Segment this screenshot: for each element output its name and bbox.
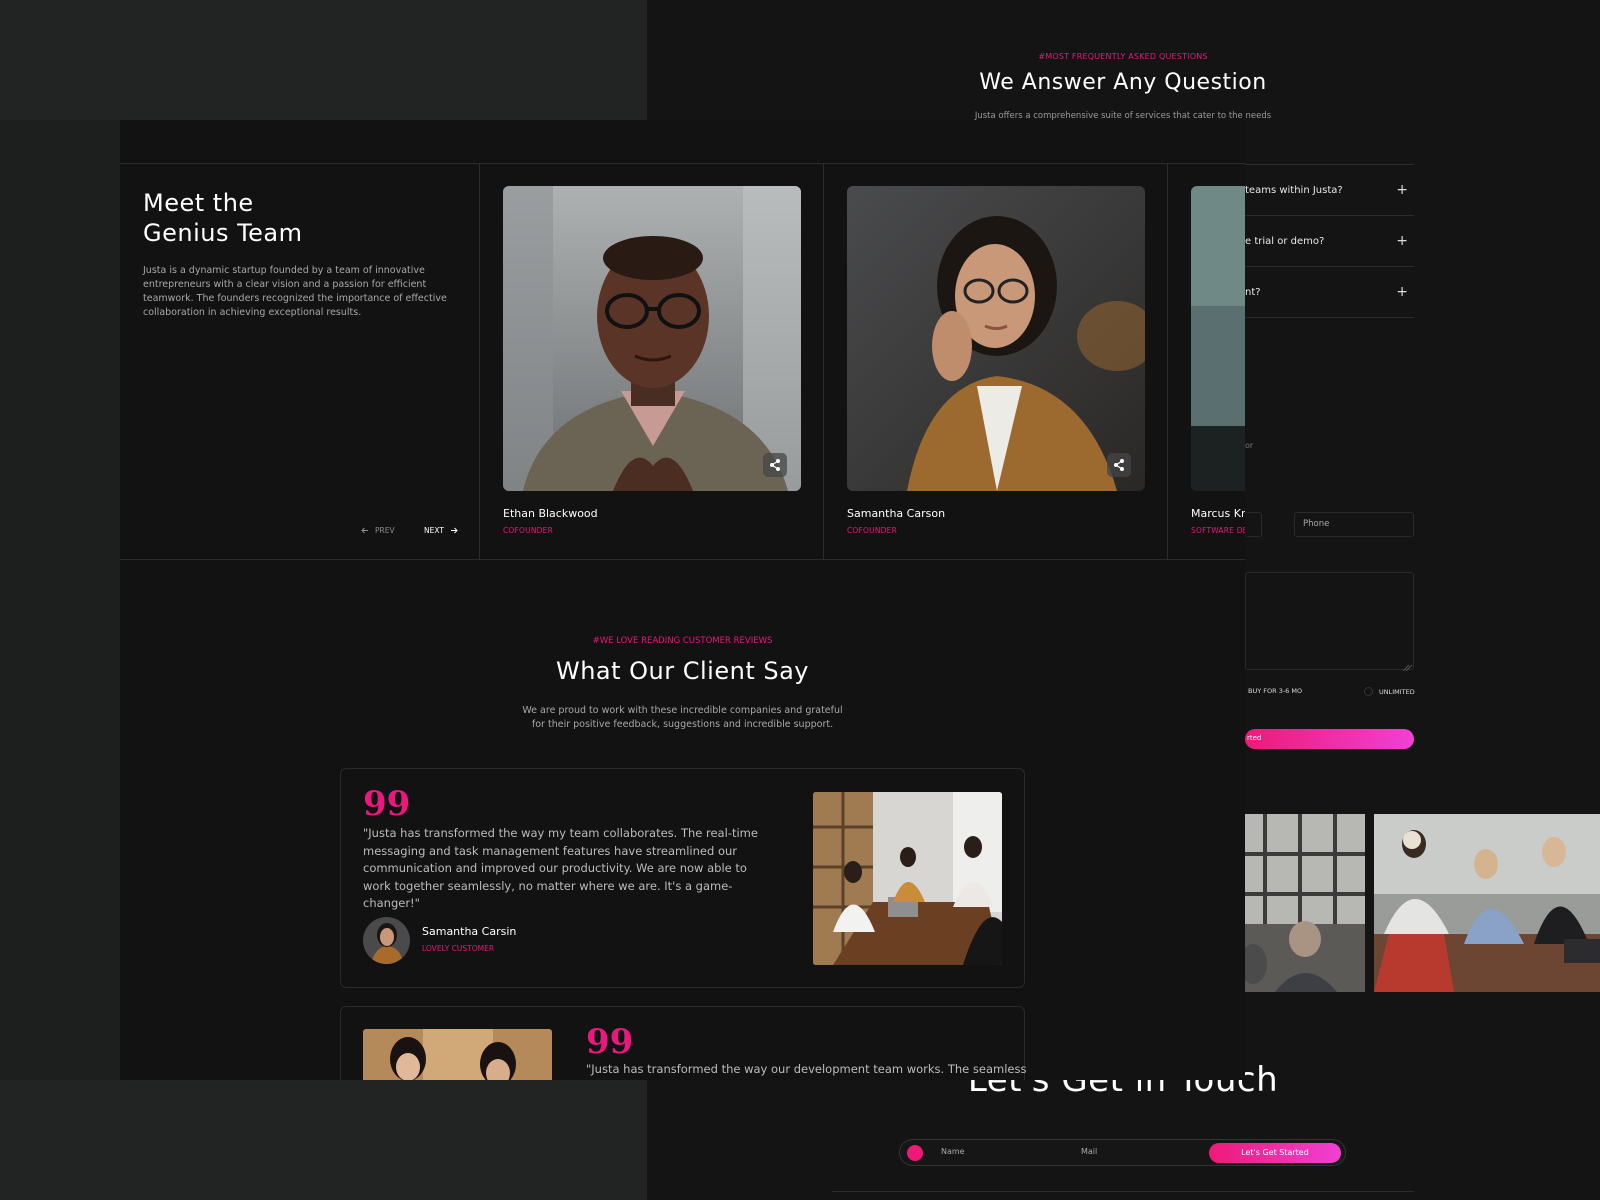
member-name: Samantha Carson: [847, 507, 946, 520]
team-photo-laptop: [1374, 814, 1600, 992]
prev-button[interactable]: PREV: [361, 526, 395, 535]
reviews-title: What Our Client Say: [555, 657, 810, 685]
column-divider: [823, 164, 824, 560]
avatar: [363, 917, 410, 964]
faq-kicker: #MOST FREQUENTLY ASKED QUESTIONS: [1038, 52, 1208, 61]
member-role: COFOUNDER: [847, 526, 897, 535]
faq-item[interactable]: teams within Justa? +: [1245, 165, 1414, 216]
testimonial-photo: [813, 792, 1002, 965]
team-member-card[interactable]: Marcus Kn SOFTWARE DEV: [1191, 186, 1245, 535]
member-portrait-image: [847, 186, 1145, 491]
column-divider: [1167, 164, 1168, 560]
plus-icon[interactable]: +: [1396, 234, 1408, 248]
team-description: Justa is a dynamic startup founded by a …: [143, 265, 447, 318]
faq-question: nt?: [1245, 286, 1261, 298]
team-work-image: [363, 1029, 552, 1080]
author-name: Samantha Carsin: [422, 925, 517, 938]
team-photo-office: [1245, 814, 1365, 992]
quote-icon: 99: [363, 784, 411, 824]
member-role: COFOUNDER: [503, 526, 553, 535]
arrow-right-icon: [450, 527, 458, 534]
member-name: Ethan Blackwood: [503, 507, 598, 520]
faq-item[interactable]: nt? +: [1245, 267, 1414, 318]
member-name: Marcus Kn: [1191, 507, 1245, 520]
team-title-line: Genius Team: [143, 219, 303, 247]
team-member-card[interactable]: Ethan Blackwood COFOUNDER: [503, 186, 801, 535]
faq-item[interactable]: e trial or demo? +: [1245, 216, 1414, 267]
testimonial-quote: "Justa has transformed the way my team c…: [363, 826, 758, 910]
team-member-card[interactable]: Samantha Carson COFOUNDER: [847, 186, 1145, 535]
newsletter-bar: Name Mail Let's Get Started: [899, 1139, 1346, 1166]
member-photo: [1191, 186, 1245, 491]
office-meeting-image: [1245, 814, 1365, 992]
member-role: SOFTWARE DEV: [1191, 526, 1245, 535]
meeting-table-image: [813, 792, 1002, 965]
next-button[interactable]: NEXT: [424, 526, 458, 535]
member-portrait-image: [503, 186, 801, 491]
mail-input[interactable]: Mail: [1081, 1147, 1097, 1156]
quote-icon: 99: [586, 1022, 634, 1062]
name-input[interactable]: Name: [941, 1147, 965, 1156]
faq-question: teams within Justa?: [1245, 184, 1343, 196]
prev-label: PREV: [375, 526, 395, 535]
member-portrait-image: [1191, 186, 1245, 491]
next-label: NEXT: [424, 526, 444, 535]
main-page: Meet the Genius Team Justa is a dynamic …: [120, 120, 1245, 1080]
column-divider: [479, 164, 480, 560]
team-title: Meet the Genius Team: [143, 188, 303, 248]
faq-title: We Answer Any Question: [979, 70, 1267, 95]
plus-icon[interactable]: +: [1396, 183, 1408, 197]
resize-handle-icon: [1402, 664, 1413, 672]
message-textarea[interactable]: [1245, 572, 1414, 672]
radio-option[interactable]: BUY FOR 3-6 MO: [1248, 687, 1302, 695]
team-laptop-image: [1374, 814, 1600, 992]
team-title-line: Meet the: [143, 189, 254, 217]
avatar-image: [363, 917, 410, 964]
testimonial-card: 99 "Justa has transformed the way my tea…: [340, 768, 1025, 988]
share-icon: [770, 459, 780, 471]
get-started-button[interactable]: Let's Get Started: [1209, 1143, 1341, 1163]
arrow-left-icon: [361, 527, 368, 534]
author-role: LOVELY CUSTOMER: [422, 944, 495, 953]
share-button[interactable]: [763, 453, 787, 477]
testimonial-card: 99 "Justa has transformed the way our de…: [340, 1006, 1027, 1080]
member-photo: [847, 186, 1145, 491]
phone-field[interactable]: Phone: [1294, 512, 1414, 537]
testimonial-quote: "Justa has transformed the way our devel…: [586, 1062, 1027, 1076]
radio-label: BUY FOR 3-6 MO: [1248, 687, 1303, 695]
reviews-description: We are proud to work with these incredib…: [522, 705, 843, 730]
form-text-fragment: or: [1245, 441, 1254, 450]
submit-button[interactable]: rted: [1245, 729, 1414, 749]
reviews-kicker: #WE LOVE READING CUSTOMER REVIEWS: [592, 636, 773, 646]
footer-divider: [832, 1191, 1414, 1192]
radio-circle-icon[interactable]: [1364, 687, 1373, 696]
radio-label: UNLIMITED: [1379, 687, 1415, 696]
name-field-fragment[interactable]: [1245, 512, 1262, 537]
testimonial-photo: [363, 1029, 552, 1080]
faq-question: e trial or demo?: [1245, 235, 1325, 247]
accent-dot-icon: [907, 1145, 923, 1161]
team-section: Meet the Genius Team Justa is a dynamic …: [120, 163, 1245, 560]
plus-icon[interactable]: +: [1396, 285, 1408, 299]
radio-option[interactable]: UNLIMITED: [1364, 687, 1415, 696]
member-photo: [503, 186, 801, 491]
screenshot-stage: #MOST FREQUENTLY ASKED QUESTIONS We Answ…: [0, 0, 1600, 1200]
share-button[interactable]: [1107, 453, 1131, 477]
share-icon: [1114, 459, 1124, 471]
